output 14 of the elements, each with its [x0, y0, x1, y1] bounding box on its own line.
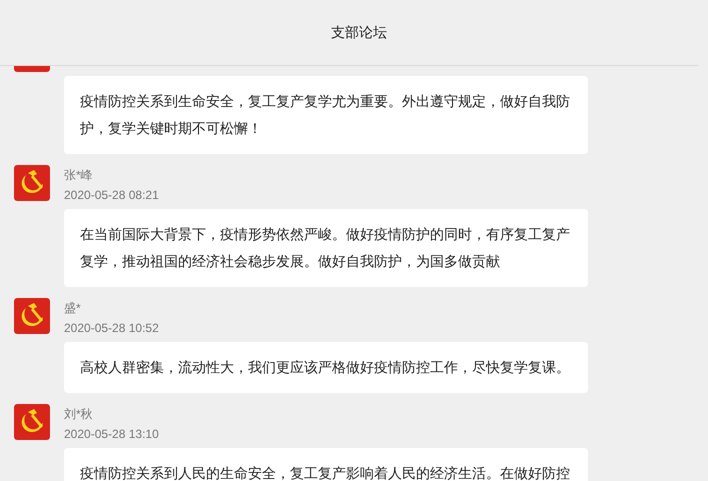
hammer-sickle-icon: [14, 298, 50, 334]
hammer-sickle-icon: [14, 404, 50, 440]
author-name: 刘*秋: [64, 406, 94, 423]
author-name: 张*峰: [64, 167, 94, 184]
comment-bubble: 疫情防控关系到人民的生命安全，复工复产影响着人民的经济生活。在做好防控: [64, 448, 588, 481]
comment-bubble: 在当前国际大背景下，疫情形势依然严峻。做好疫情防护的同时，有序复工复产复学，推动祖国的经济社会稳步发展。做好自我防护，为国多做贡献: [64, 209, 588, 287]
page-title: 支部论坛: [331, 23, 387, 42]
hammer-sickle-icon: [14, 165, 50, 201]
comment-bubble: 高校人群密集，流动性大，我们更应该严格做好疫情防控工作，尽快复学复课。: [64, 342, 588, 393]
post-time: 2020-05-28 08:21: [64, 187, 159, 204]
comment-bubble: 疫情防控关系到生命安全，复工复产复学尤为重要。外出遵守规定，做好自我防护，复学关键时期不可松懈！: [64, 76, 588, 154]
post-time: 2020-05-28 13:10: [64, 426, 159, 443]
author-name: 盛*: [64, 300, 82, 317]
post-time: 2020-05-28 10:52: [64, 320, 159, 337]
